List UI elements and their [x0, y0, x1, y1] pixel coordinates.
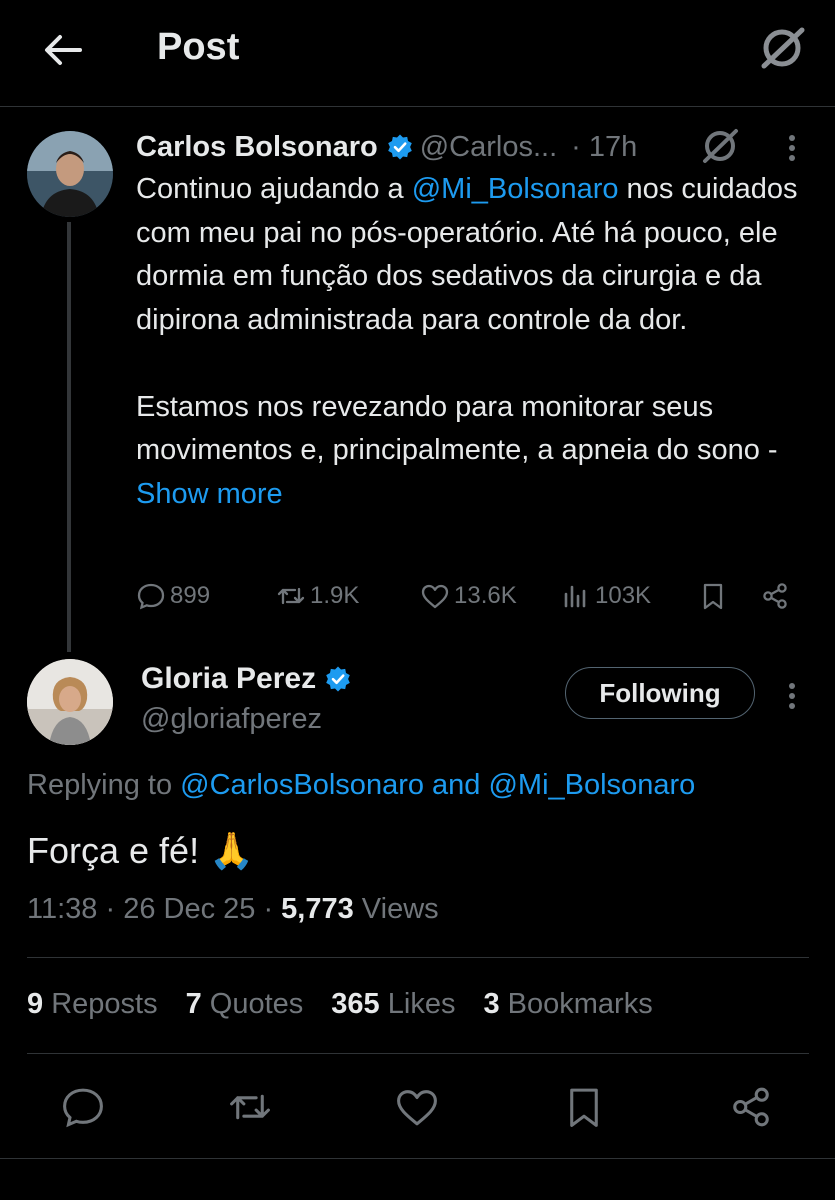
reply-button[interactable]: 899 [136, 574, 210, 618]
more-icon[interactable] [778, 678, 806, 714]
reply-author-row: Gloria Perez [141, 662, 358, 696]
tweet-actions: 899 1.9K 13.6K 103K [136, 574, 796, 618]
author-handle[interactable]: @gloriafperez [141, 703, 322, 736]
reply-timestamp[interactable]: 11:38 · 26 Dec 25 · [27, 893, 281, 925]
author-name[interactable]: Carlos Bolsonaro [136, 131, 378, 164]
reply-meta: 11:38 · 26 Dec 25 · 5,773 Views [27, 893, 439, 926]
divider [0, 1158, 835, 1159]
thread-connector [67, 222, 71, 652]
share-icon[interactable] [728, 1084, 774, 1130]
reply-count: 899 [170, 582, 211, 609]
replying-mentions-link[interactable]: @CarlosBolsonaro and @Mi_Bolsonaro [180, 769, 695, 801]
tweet-text: Continuo ajudando a @Mi_Bolsonaro nos cu… [136, 168, 806, 516]
like-count: 13.6K [454, 582, 517, 609]
repost-icon[interactable] [227, 1084, 273, 1130]
replying-prefix: Replying to [27, 769, 181, 801]
reply-icon[interactable] [60, 1084, 106, 1130]
tweet-time: · 17h [571, 130, 638, 163]
verified-badge-icon [386, 133, 414, 161]
following-button[interactable]: Following [565, 667, 755, 719]
bookmarks-stat[interactable]: 3 Bookmarks [483, 988, 652, 1021]
share-icon [763, 583, 787, 609]
back-arrow-icon[interactable] [40, 28, 84, 72]
avatar[interactable] [27, 659, 113, 745]
like-icon [421, 584, 449, 609]
likes-stat[interactable]: 365 Likes [331, 988, 455, 1021]
verified-badge-icon [324, 665, 352, 693]
views-icon [564, 585, 586, 608]
like-button[interactable]: 13.6K [420, 574, 517, 618]
author-name[interactable]: Gloria Perez [141, 662, 316, 696]
stat-count: 3 [483, 988, 500, 1020]
bookmark-button[interactable] [698, 574, 732, 618]
repost-button[interactable]: 1.9K [276, 574, 359, 618]
reply-views-label: Views [353, 893, 439, 925]
show-more-link[interactable]: Show more [136, 478, 283, 510]
mention-link[interactable]: @Mi_Bolsonaro [412, 173, 619, 205]
reply-views-count: 5,773 [281, 893, 354, 925]
more-icon[interactable] [778, 130, 806, 166]
like-icon[interactable] [394, 1084, 440, 1130]
views-count: 103K [595, 582, 652, 609]
reply-text: Força e fé! 🙏 [27, 830, 254, 871]
divider [27, 957, 809, 958]
author-handle[interactable]: @Carlos... [420, 131, 557, 164]
divider [27, 1053, 809, 1054]
stat-label: Quotes [209, 988, 304, 1020]
stat-label: Bookmarks [507, 988, 653, 1020]
stat-label: Reposts [51, 988, 158, 1020]
repost-count: 1.9K [310, 582, 360, 609]
grok-icon[interactable] [756, 22, 808, 74]
stat-count: 7 [185, 988, 202, 1020]
avatar[interactable] [27, 131, 113, 217]
page-title: Post [157, 26, 240, 68]
reply-icon [137, 583, 165, 610]
bookmark-icon [703, 583, 723, 610]
share-button[interactable] [760, 574, 794, 618]
tweet-header: Carlos Bolsonaro @Carlos... · 17h [136, 127, 637, 167]
replying-to: Replying to @CarlosBolsonaro and @Mi_Bol… [27, 769, 695, 802]
quotes-stat[interactable]: 7 Quotes [186, 988, 304, 1021]
stat-label: Likes [387, 988, 456, 1020]
stat-count: 9 [27, 988, 44, 1020]
engagement-stats: 9 Reposts 7 Quotes 365 Likes 3 Bookmarks [27, 988, 681, 1021]
top-bar [0, 0, 835, 107]
reply-actions-bar [0, 1078, 835, 1138]
tweet-text-part: Continuo ajudando a [136, 173, 412, 205]
views-button[interactable]: 103K [561, 574, 651, 618]
stat-count: 365 [331, 988, 380, 1020]
tweet-text-part: Estamos nos revezando para monitorar seu… [136, 390, 778, 467]
repost-icon [277, 587, 305, 605]
bookmark-icon[interactable] [561, 1084, 607, 1130]
reposts-stat[interactable]: 9 Reposts [27, 988, 158, 1021]
grok-icon[interactable] [698, 124, 742, 168]
